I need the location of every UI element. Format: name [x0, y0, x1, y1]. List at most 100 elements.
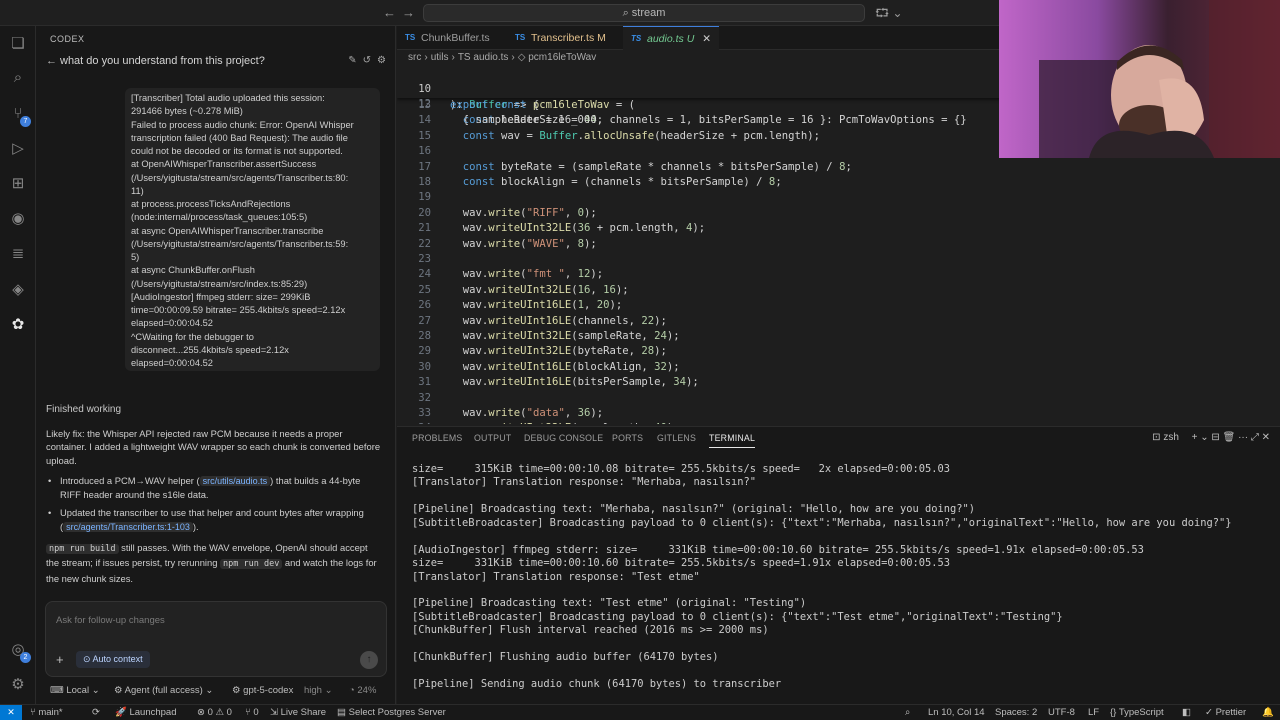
history-icon[interactable]: ↺	[363, 55, 371, 66]
tab-chunkbuffer[interactable]: TS ChunkBuffer.ts	[397, 26, 507, 50]
line-number: 20	[418, 206, 431, 219]
codex-panel: CODEX ← what do you understand from this…	[36, 26, 396, 704]
indentation[interactable]: Spaces: 2	[995, 707, 1037, 718]
breadcrumb-item[interactable]: TS audio.ts	[458, 52, 509, 63]
cursor-position[interactable]: Ln 10, Col 14	[928, 707, 985, 718]
log-line: elapsed=0:00:04.52	[131, 318, 213, 329]
copilot-menu-icon[interactable]: ⮔ ⌄	[875, 4, 903, 25]
codex-section-title: CODEX	[50, 34, 85, 44]
sync-icon[interactable]: ⟳	[92, 707, 100, 718]
tab-problems[interactable]: PROBLEMS	[412, 433, 463, 443]
breadcrumb-item[interactable]: src	[408, 52, 421, 63]
breadcrumb-item[interactable]: ›	[511, 52, 514, 63]
add-attachment-icon[interactable]: +	[56, 652, 64, 667]
source-control-icon[interactable]: ⑂ 7	[8, 104, 31, 127]
run-debug-icon[interactable]: ▷	[8, 139, 28, 159]
agent-mode-dropdown[interactable]: ⚙ Agent (full access) ⌄	[114, 685, 213, 696]
database-icon[interactable]: ≣	[8, 244, 28, 264]
language-mode[interactable]: {} TypeScript	[1110, 707, 1164, 718]
settings-gear-icon[interactable]: ⚙	[8, 675, 28, 695]
live-share-button[interactable]: ⇲ Live Share	[270, 707, 326, 718]
problems-count[interactable]: ⊗ 0 ⚠ 0	[197, 707, 232, 718]
explorer-icon[interactable]: ❏	[8, 34, 28, 54]
log-line: 11)	[131, 185, 144, 196]
search-icon[interactable]: ⌕	[8, 68, 28, 88]
log-line: at OpenAIWhisperTranscriber.assertSucces…	[131, 159, 317, 170]
log-line: (/Users/yigitusta/stream/src/agents/Tran…	[131, 238, 349, 249]
git-branch[interactable]: ⑂ main*	[30, 707, 63, 718]
typescript-icon: TS	[405, 33, 416, 42]
tab-audio[interactable]: TS audio.ts U ✕	[623, 26, 719, 50]
back-nav-icon[interactable]: ←	[383, 5, 396, 20]
activity-bar: ❏ ⌕ ⑂ 7 ▷ ⊞ ◉ ≣ ◈ ✿ ◎ 2 ⚙	[0, 26, 36, 704]
launchpad-button[interactable]: 🚀 Launchpad	[115, 707, 177, 718]
log-line: [Transcriber] Total audio uploaded this …	[131, 93, 325, 103]
terminal-line: size= 331KiB time=00:00:10.60 bitrate= 2…	[412, 557, 950, 570]
line-number: 17	[418, 160, 431, 173]
send-button[interactable]: ↑	[360, 651, 378, 669]
effort-dropdown[interactable]: high ⌄	[304, 685, 333, 696]
terminal-line: [ChunkBuffer] Flush interval reached (20…	[412, 624, 769, 637]
code-line: 10 export const pcm16leToWav = (	[397, 67, 635, 110]
codex-icon[interactable]: ✿	[8, 315, 28, 335]
ports-count[interactable]: ⑂ 0	[245, 707, 259, 718]
local-dropdown[interactable]: ⌨ Local ⌄	[50, 685, 100, 696]
terminal-shell-selector[interactable]: ⊡ zsh	[1152, 432, 1179, 443]
remote-indicator-icon[interactable]: ✕	[0, 705, 22, 720]
line-number: 21	[418, 222, 431, 235]
breadcrumb-item[interactable]: utils	[431, 52, 449, 63]
log-line: could not be decoded or its format is no…	[131, 146, 343, 156]
account-badge: 2	[20, 652, 31, 663]
terminal-line: [ChunkBuffer] Flushing audio buffer (641…	[412, 651, 719, 664]
account-icon[interactable]: ◎ 2	[8, 640, 31, 663]
new-chat-icon[interactable]: ✎	[348, 55, 356, 66]
layers-icon[interactable]: ◈	[8, 280, 28, 300]
copilot-status-icon[interactable]: ◧	[1182, 707, 1191, 718]
terminal-output[interactable]: size= 315KiB time=00:00:10.08 bitrate= 2…	[412, 463, 1272, 691]
line-number: 18	[418, 176, 431, 188]
breadcrumb-item[interactable]: ◇ pcm16leToWav	[518, 52, 596, 63]
line-code: wav.write("WAVE", 8);	[450, 237, 597, 250]
line-ending[interactable]: LF	[1088, 707, 1099, 718]
github-icon[interactable]: ◉	[8, 209, 28, 229]
auto-context-chip[interactable]: ⊙ Auto context	[76, 651, 150, 668]
terminal-actions-icons[interactable]: + ⌄ ⊟ 🗑 ··· ⤢ ✕	[1192, 432, 1270, 443]
line-code: wav.writeUInt16LE(channels, 22);	[450, 314, 667, 327]
command-center-search[interactable]: ⌕ stream	[423, 4, 865, 22]
webcam-overlay	[999, 0, 1280, 158]
forward-nav-icon[interactable]: →	[402, 5, 415, 20]
line-number: 26	[418, 299, 431, 312]
tab-debug-console[interactable]: DEBUG CONSOLE	[524, 433, 603, 443]
tab-ports[interactable]: PORTS	[612, 433, 643, 443]
terminal-line: [Pipeline] Broadcasting text: "Merhaba, …	[412, 503, 976, 516]
breadcrumb-item[interactable]: ›	[451, 52, 454, 63]
breadcrumb-item[interactable]: ›	[424, 52, 427, 63]
tab-terminal[interactable]: TERMINAL	[709, 433, 756, 448]
tab-transcriber[interactable]: TS Transcriber.ts M	[507, 26, 619, 50]
file-link[interactable]: src/utils/audio.ts	[199, 475, 271, 486]
extensions-icon[interactable]: ⊞	[8, 174, 28, 194]
back-arrow-icon[interactable]: ←	[46, 55, 57, 67]
notifications-bell-icon[interactable]: 🔔	[1262, 707, 1274, 718]
close-tab-icon[interactable]: ✕	[702, 33, 711, 45]
inline-code: npm run build	[46, 544, 119, 555]
tab-gitlens[interactable]: GITLENS	[657, 433, 696, 443]
tab-output[interactable]: OUTPUT	[474, 433, 511, 443]
line-number: 25	[418, 283, 431, 296]
line-number: 24	[418, 268, 431, 281]
model-dropdown[interactable]: ⚙ gpt-5-codex	[232, 685, 293, 696]
encoding[interactable]: UTF-8	[1048, 707, 1075, 718]
composer[interactable]: Ask for follow-up changes + ⊙ Auto conte…	[45, 601, 387, 677]
inline-code: npm run dev	[220, 559, 283, 570]
follow-up-input[interactable]: Ask for follow-up changes	[56, 615, 165, 626]
terminal-line: [AudioIngestor] ffmpeg stderr: size= 331…	[412, 543, 1144, 556]
zoom-icon[interactable]: ⌕	[905, 707, 910, 718]
settings-icon[interactable]: ⚙	[377, 55, 386, 66]
postgres-server-button[interactable]: ▤ Select Postgres Server	[337, 707, 446, 718]
log-line: 291466 bytes (~0.278 MiB)	[131, 106, 243, 117]
line-code: export const pcm16leToWav = (	[450, 98, 635, 111]
prettier-status[interactable]: ✓ Prettier	[1205, 707, 1246, 718]
log-line: (/Users/yigitusta/stream/src/agents/Tran…	[131, 172, 349, 183]
line-code: wav.writeUInt32LE(sampleRate, 24);	[450, 330, 680, 342]
file-link[interactable]: src/agents/Transcriber.ts:1-103	[63, 521, 193, 532]
